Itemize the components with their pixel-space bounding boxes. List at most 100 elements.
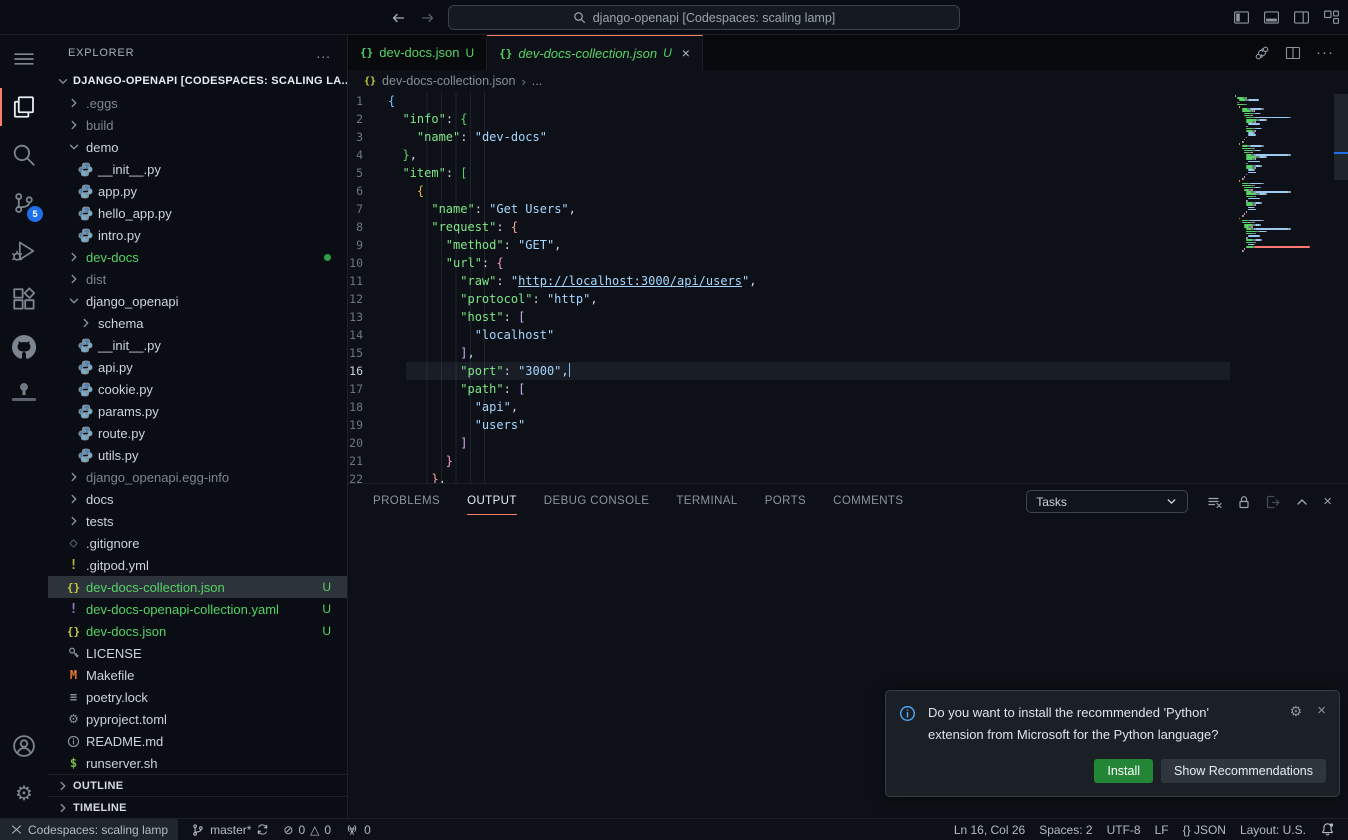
clear-output-icon[interactable] — [1207, 494, 1223, 510]
tree-item-init-py[interactable]: __init__.py — [48, 334, 347, 356]
statusbar-eol[interactable]: LF — [1148, 819, 1176, 840]
code-line-6[interactable]: 6 { — [348, 182, 1348, 200]
editor-scrollbar[interactable] — [1334, 92, 1348, 483]
sidebar-section-timeline[interactable]: TIMELINE — [48, 796, 347, 818]
layout-sidebar-left-icon[interactable] — [1233, 9, 1250, 26]
layout-sidebar-right-icon[interactable] — [1293, 9, 1310, 26]
tree-item-init-py[interactable]: __init__.py — [48, 158, 347, 180]
forward-arrow-icon[interactable] — [420, 10, 436, 26]
statusbar-cursor-position[interactable]: Ln 16, Col 26 — [947, 819, 1032, 840]
layout-panel-bottom-icon[interactable] — [1263, 9, 1280, 26]
code-line-8[interactable]: 8 "request": { — [348, 218, 1348, 236]
remote-indicator[interactable]: Codespaces: scaling lamp — [0, 819, 178, 840]
activitybar-dev-docs-extension[interactable] — [0, 371, 48, 413]
tree-item-django-openapi-egg-info[interactable]: django_openapi.egg-info — [48, 466, 347, 488]
activitybar-explorer[interactable] — [0, 83, 48, 131]
tree-item-route-py[interactable]: route.py — [48, 422, 347, 444]
activitybar-github[interactable] — [0, 323, 48, 371]
tree-item-intro-py[interactable]: intro.py — [48, 224, 347, 246]
show-recommendations-button[interactable]: Show Recommendations — [1161, 759, 1326, 783]
breadcrumb[interactable]: {} dev-docs-collection.json › ... — [348, 70, 1348, 92]
statusbar-keyboard-layout[interactable]: Layout: U.S. — [1233, 819, 1313, 840]
tree-item-readme-md[interactable]: README.md — [48, 730, 347, 752]
tree-item-dev-docs-json[interactable]: {}dev-docs.jsonU — [48, 620, 347, 642]
tree-item-dev-docs-collection-json[interactable]: {}dev-docs-collection.jsonU — [48, 576, 347, 598]
more-actions-icon[interactable]: ··· — [1316, 44, 1334, 61]
maximize-panel-icon[interactable] — [1294, 494, 1310, 510]
tree-item-tests[interactable]: tests — [48, 510, 347, 532]
statusbar-indentation[interactable]: Spaces: 2 — [1032, 819, 1099, 840]
code-line-16[interactable]: 16 "port": "3000", — [348, 362, 1348, 380]
tree-item-demo[interactable]: demo — [48, 136, 347, 158]
activitybar-run-and-debug[interactable] — [0, 227, 48, 275]
code-line-5[interactable]: 5 "item": [ — [348, 164, 1348, 182]
tree-item-gitignore[interactable]: .gitignore — [48, 532, 347, 554]
tree-item-params-py[interactable]: params.py — [48, 400, 347, 422]
code-line-9[interactable]: 9 "method": "GET", — [348, 236, 1348, 254]
code-line-10[interactable]: 10 "url": { — [348, 254, 1348, 272]
tab-dev-docs-collection-json[interactable]: {}dev-docs-collection.jsonU× — [487, 35, 703, 70]
minimap[interactable] — [1235, 95, 1331, 253]
open-changes-icon[interactable] — [1254, 45, 1270, 61]
split-editor-icon[interactable] — [1285, 45, 1301, 61]
code-line-17[interactable]: 17 "path": [ — [348, 380, 1348, 398]
statusbar-language-mode[interactable]: {} JSON — [1176, 819, 1233, 840]
code-line-20[interactable]: 20 ] — [348, 434, 1348, 452]
tree-item-runserver-sh[interactable]: $runserver.sh — [48, 752, 347, 774]
explorer-more-actions-icon[interactable]: ... — [316, 45, 331, 61]
branch-indicator[interactable]: master* — [184, 819, 276, 840]
code-editor[interactable]: 1{2 "info": {3 "name": "dev-docs"4 },5 "… — [348, 92, 1348, 483]
notification-settings-icon[interactable]: ⚙ — [1290, 704, 1303, 718]
output-channel-dropdown[interactable]: Tasks — [1026, 490, 1188, 513]
sidebar-section-outline[interactable]: OUTLINE — [48, 774, 347, 796]
tree-item-utils-py[interactable]: utils.py — [48, 444, 347, 466]
code-line-18[interactable]: 18 "api", — [348, 398, 1348, 416]
code-line-7[interactable]: 7 "name": "Get Users", — [348, 200, 1348, 218]
code-line-3[interactable]: 3 "name": "dev-docs" — [348, 128, 1348, 146]
code-line-19[interactable]: 19 "users" — [348, 416, 1348, 434]
code-line-4[interactable]: 4 }, — [348, 146, 1348, 164]
tree-item-build[interactable]: build — [48, 114, 347, 136]
close-icon[interactable]: × — [682, 45, 690, 61]
panel-tab-terminal[interactable]: TERMINAL — [676, 495, 737, 507]
problems-indicator[interactable]: ⊘ 0 △ 0 — [276, 819, 338, 840]
tree-item-app-py[interactable]: app.py — [48, 180, 347, 202]
command-center-search[interactable]: django-openapi [Codespaces: scaling lamp… — [448, 5, 960, 30]
panel-tab-problems[interactable]: PROBLEMS — [373, 495, 440, 507]
code-line-21[interactable]: 21 } — [348, 452, 1348, 470]
tree-item-dist[interactable]: dist — [48, 268, 347, 290]
code-line-22[interactable]: 22 }, — [348, 470, 1348, 483]
tab-dev-docs-json[interactable]: {}dev-docs.jsonU — [348, 35, 487, 70]
close-panel-icon[interactable]: × — [1323, 493, 1332, 510]
panel-tab-comments[interactable]: COMMENTS — [833, 495, 903, 507]
activitybar-search[interactable] — [0, 131, 48, 179]
tree-item-pyproject-toml[interactable]: ⚙pyproject.toml — [48, 708, 347, 730]
tree-item-schema[interactable]: schema — [48, 312, 347, 334]
tree-root-folder[interactable]: DJANGO-OPENAPI [CODESPACES: SCALING LA..… — [48, 70, 347, 92]
panel-tab-debug-console[interactable]: DEBUG CONSOLE — [544, 495, 650, 507]
activitybar-source-control[interactable]: 5 — [0, 179, 48, 227]
back-arrow-icon[interactable] — [390, 10, 406, 26]
tree-item-eggs[interactable]: .eggs — [48, 92, 347, 114]
layout-customize-icon[interactable] — [1323, 9, 1340, 26]
activitybar-menu[interactable] — [0, 35, 48, 83]
code-line-14[interactable]: 14 "localhost" — [348, 326, 1348, 344]
tree-item-cookie-py[interactable]: cookie.py — [48, 378, 347, 400]
code-line-13[interactable]: 13 "host": [ — [348, 308, 1348, 326]
tree-item-gitpod-yml[interactable]: !.gitpod.yml — [48, 554, 347, 576]
tree-item-docs[interactable]: docs — [48, 488, 347, 510]
scrollbar-slider[interactable] — [1334, 94, 1348, 180]
tree-item-django-openapi[interactable]: django_openapi — [48, 290, 347, 312]
ports-indicator[interactable]: 0 — [338, 819, 378, 840]
code-line-2[interactable]: 2 "info": { — [348, 110, 1348, 128]
code-line-11[interactable]: 11 "raw": "http://localhost:3000/api/use… — [348, 272, 1348, 290]
install-button[interactable]: Install — [1094, 759, 1153, 783]
tree-item-makefile[interactable]: MMakefile — [48, 664, 347, 686]
code-line-12[interactable]: 12 "protocol": "http", — [348, 290, 1348, 308]
tree-item-dev-docs[interactable]: dev-docs — [48, 246, 347, 268]
panel-tab-output[interactable]: OUTPUT — [467, 495, 517, 507]
tree-item-api-py[interactable]: api.py — [48, 356, 347, 378]
tree-item-hello-app-py[interactable]: hello_app.py — [48, 202, 347, 224]
tree-item-dev-docs-openapi-collection-yaml[interactable]: !dev-docs-openapi-collection.yamlU — [48, 598, 347, 620]
tree-item-poetry-lock[interactable]: ≡poetry.lock — [48, 686, 347, 708]
